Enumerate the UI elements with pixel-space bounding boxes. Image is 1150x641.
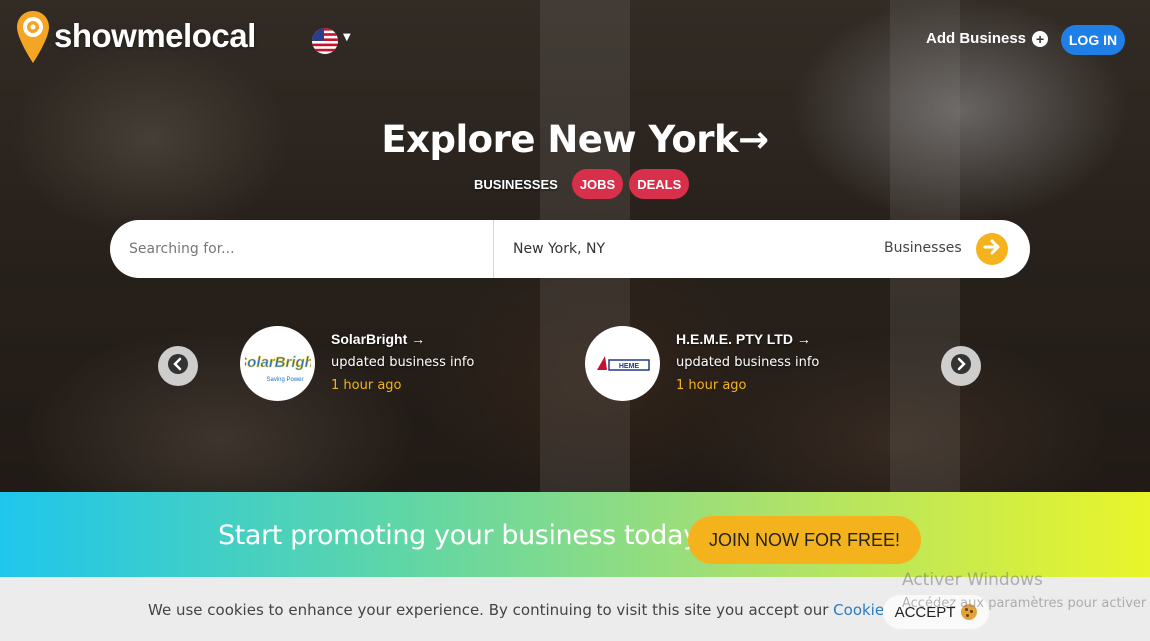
business-logo: HEME <box>585 326 660 401</box>
promo-banner: Start promoting your business today JOIN… <box>0 492 1150 577</box>
search-bar: Businesses <box>110 220 1030 278</box>
tab-jobs[interactable]: JOBS <box>571 169 624 199</box>
accept-label: ACCEPT <box>894 603 956 621</box>
tab-businesses[interactable]: BUSINESSES <box>466 169 566 199</box>
chevron-down-icon[interactable]: ▼ <box>343 32 351 43</box>
category-select[interactable]: Businesses <box>884 240 962 256</box>
cookie-bar: We use cookies to enhance your experienc… <box>0 577 1150 641</box>
add-business-label: Add Business <box>926 30 1027 47</box>
arrow-right-icon <box>982 237 1002 261</box>
activity-timestamp: 1 hour ago <box>676 378 747 393</box>
promo-text: Start promoting your business today <box>218 520 699 551</box>
activity-description: updated business info <box>331 355 475 370</box>
login-button[interactable]: LOG IN <box>1061 25 1125 55</box>
add-business-link[interactable]: Add Business + <box>926 30 1049 47</box>
search-submit-button[interactable] <box>976 233 1008 265</box>
business-name-link[interactable]: H.E.M.E. PTY LTD → <box>676 331 819 347</box>
activity-description: updated business info <box>676 355 820 370</box>
activity-card-body: SolarBright → updated business info 1 ho… <box>331 326 474 402</box>
carousel-next-button[interactable] <box>941 346 981 386</box>
plus-icon: + <box>1032 30 1049 47</box>
cookie-icon <box>961 604 978 620</box>
logo-text: showmelocal <box>54 17 256 54</box>
cookie-message-text: We use cookies to enhance your experienc… <box>148 601 829 619</box>
page-title: Explore New York→ <box>381 118 769 161</box>
tab-deals[interactable]: DEALS <box>629 169 690 199</box>
search-input[interactable] <box>110 220 494 278</box>
us-flag-icon[interactable] <box>312 28 338 54</box>
location-pin-icon <box>16 9 50 65</box>
solarbright-logo-subtext: Saving Power <box>266 377 303 383</box>
hero-section: showmelocal ▼ Add Business + LOG IN Expl… <box>0 0 1150 492</box>
business-logo: SolarBright Saving Power <box>240 326 315 401</box>
top-navigation: showmelocal ▼ Add Business + LOG IN <box>0 0 1150 80</box>
cookie-message: We use cookies to enhance your experienc… <box>148 601 932 619</box>
hero-tabs: BUSINESSES JOBS DEALS <box>466 169 690 199</box>
business-name-link[interactable]: SolarBright → <box>331 331 474 347</box>
activity-card-body: H.E.M.E. PTY LTD → updated business info… <box>676 326 819 402</box>
carousel-prev-button[interactable] <box>158 346 198 386</box>
site-logo[interactable]: showmelocal <box>16 9 256 65</box>
chevron-right-icon <box>950 353 972 379</box>
heme-logo-text: HEME <box>618 363 639 370</box>
activity-card[interactable]: HEME H.E.M.E. PTY LTD → updated business… <box>585 326 819 402</box>
activity-timestamp: 1 hour ago <box>331 378 402 393</box>
accept-cookies-button[interactable]: ACCEPT <box>883 595 989 629</box>
join-now-button[interactable]: JOIN NOW FOR FREE! <box>688 516 921 564</box>
solarbright-logo-text: SolarBright <box>245 354 311 371</box>
location-input[interactable] <box>494 220 854 278</box>
chevron-left-icon <box>167 353 189 379</box>
activity-card[interactable]: SolarBright Saving Power SolarBright → u… <box>240 326 474 402</box>
